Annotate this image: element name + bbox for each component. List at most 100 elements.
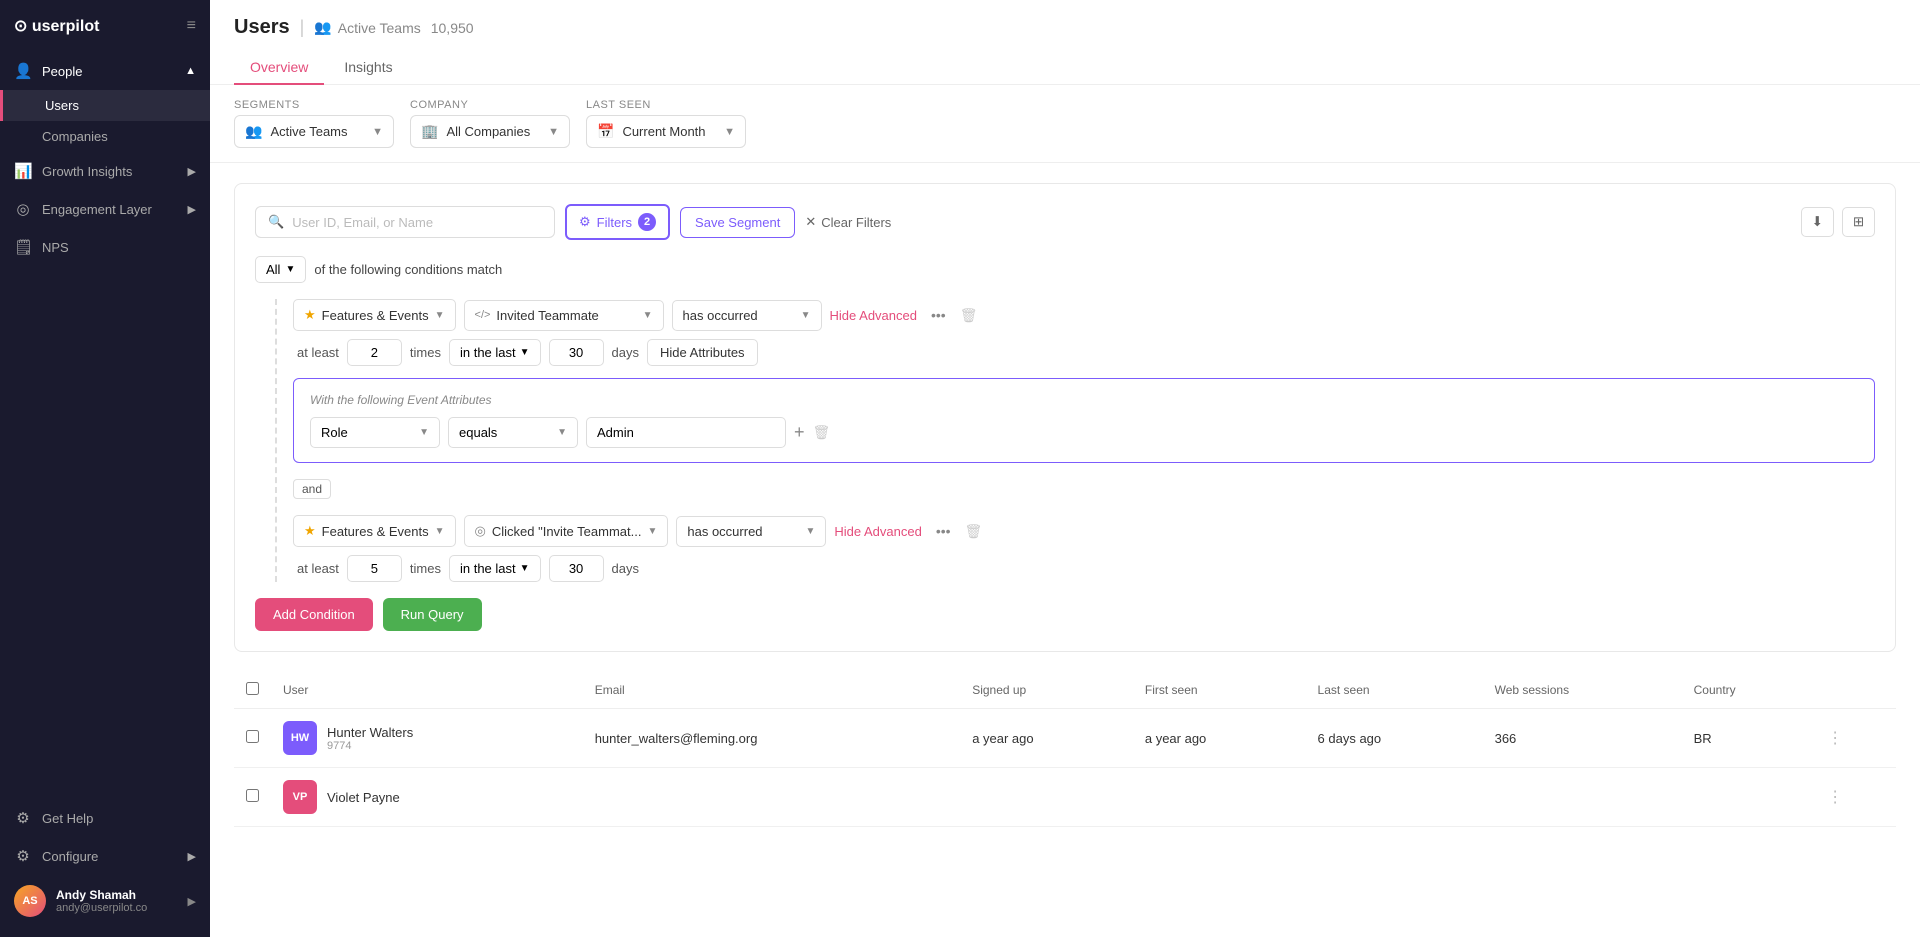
hide-attributes-button[interactable]: Hide Attributes bbox=[647, 339, 758, 366]
attr-role-select[interactable]: Role ▼ bbox=[310, 417, 440, 448]
table-header-actions bbox=[1815, 672, 1896, 709]
attr-row-1: Role ▼ equals ▼ + 🗑 bbox=[310, 417, 1858, 448]
period-chevron-1: ▼ bbox=[520, 347, 530, 358]
people-nav-arrow: ▲ bbox=[185, 65, 196, 77]
people-icon: 👤 bbox=[14, 62, 32, 80]
filters-label: Filters bbox=[597, 215, 632, 230]
row-1-avatar: HW bbox=[283, 721, 317, 755]
company-dropdown[interactable]: 🏢 All Companies ▼ bbox=[410, 115, 570, 148]
sidebar-item-configure[interactable]: ⚙ Configure ▶ bbox=[0, 837, 210, 875]
columns-button[interactable]: ⊞ bbox=[1842, 207, 1875, 237]
clear-filters-button[interactable]: ✕ Clear Filters bbox=[805, 214, 891, 230]
last-seen-value: Current Month bbox=[622, 124, 705, 139]
condition-2-event-type[interactable]: ★ Features & Events ▼ bbox=[293, 515, 456, 547]
qb-top-bar: 🔍 ⚙ Filters 2 Save Segment ✕ Clear Filte… bbox=[255, 204, 1875, 240]
row-2-menu-button[interactable]: ⋮ bbox=[1827, 787, 1843, 807]
hide-advanced-button-2[interactable]: Hide Advanced bbox=[834, 524, 921, 539]
at-least-label-1: at least bbox=[297, 345, 339, 360]
row-2-menu-cell: ⋮ bbox=[1815, 768, 1896, 827]
table-header-checkbox bbox=[234, 672, 271, 709]
sidebar-item-engagement-layer[interactable]: ◎ Engagement Layer ▶ bbox=[0, 190, 210, 228]
save-segment-button[interactable]: Save Segment bbox=[680, 207, 795, 238]
segments-dropdown[interactable]: 👥 Active Teams ▼ bbox=[234, 115, 394, 148]
condition-1-occurred[interactable]: has occurred ▼ bbox=[672, 300, 822, 331]
all-conditions-dropdown[interactable]: All ▼ bbox=[255, 256, 306, 283]
condition-2-occurred[interactable]: has occurred ▼ bbox=[676, 516, 826, 547]
growth-insights-arrow: ▶ bbox=[188, 165, 196, 178]
features-events-icon-2: ★ bbox=[304, 523, 316, 539]
condition-1-event-type[interactable]: ★ Features & Events ▼ bbox=[293, 299, 456, 331]
attr-value-input[interactable] bbox=[586, 417, 786, 448]
last-seen-filter: Last seen 📅 Current Month ▼ bbox=[586, 99, 746, 148]
configure-arrow: ▶ bbox=[188, 850, 196, 863]
last-seen-dropdown[interactable]: 📅 Current Month ▼ bbox=[586, 115, 746, 148]
event-name-icon-2: ◎ bbox=[475, 523, 486, 539]
row-2-web-sessions bbox=[1483, 768, 1682, 827]
select-all-checkbox[interactable] bbox=[246, 682, 259, 695]
sidebar-item-growth-insights[interactable]: 📊 Growth Insights ▶ bbox=[0, 152, 210, 190]
run-query-button[interactable]: Run Query bbox=[383, 598, 482, 631]
search-input[interactable] bbox=[292, 215, 542, 230]
sidebar-user[interactable]: AS Andy Shamah andy@userpilot.co ▶ bbox=[0, 875, 210, 927]
avatar: AS bbox=[14, 885, 46, 917]
row-1-name[interactable]: Hunter Walters bbox=[327, 725, 413, 740]
clear-filters-label: Clear Filters bbox=[821, 215, 891, 230]
user-name: Andy Shamah bbox=[56, 888, 178, 902]
row-2-checkbox[interactable] bbox=[246, 789, 259, 802]
at-least-label-2: at least bbox=[297, 561, 339, 576]
sidebar-item-people[interactable]: 👤 People ▲ bbox=[0, 52, 210, 90]
sidebar-item-companies[interactable]: Companies bbox=[0, 121, 210, 152]
last-seen-label: Last seen bbox=[586, 99, 746, 111]
times-label-1: times bbox=[410, 345, 441, 360]
title-separator: | bbox=[300, 17, 305, 38]
segments-label: Segments bbox=[234, 99, 394, 111]
and-badge: and bbox=[293, 479, 331, 499]
row-1-menu-button[interactable]: ⋮ bbox=[1827, 728, 1843, 748]
engagement-label: Engagement Layer bbox=[42, 202, 178, 217]
condition-2-event-name[interactable]: ◎ Clicked "Invite Teammat... ▼ bbox=[464, 515, 669, 547]
row-2-signed-up bbox=[960, 768, 1133, 827]
times-input-2[interactable] bbox=[347, 555, 402, 582]
sidebar-collapse-button[interactable]: ≡ bbox=[187, 17, 196, 35]
sidebar-item-nps[interactable]: 🗒 NPS bbox=[0, 228, 210, 266]
page-count: 10,950 bbox=[431, 20, 474, 36]
attr-delete-button[interactable]: 🗑 bbox=[813, 424, 831, 441]
company-label: Company bbox=[410, 99, 570, 111]
event-name-icon: </> bbox=[475, 309, 491, 321]
conditions-text: of the following conditions match bbox=[314, 262, 502, 277]
filters-button[interactable]: ⚙ Filters 2 bbox=[565, 204, 670, 240]
attr-add-button[interactable]: + bbox=[794, 422, 805, 443]
more-options-button-2[interactable]: ••• bbox=[930, 521, 957, 541]
row-2-avatar: VP bbox=[283, 780, 317, 814]
content-area: 🔍 ⚙ Filters 2 Save Segment ✕ Clear Filte… bbox=[210, 163, 1920, 937]
table-row: HW Hunter Walters 9774 hunter_walters@fl… bbox=[234, 709, 1896, 768]
occurred-chevron: ▼ bbox=[801, 310, 811, 321]
attr-equals-select[interactable]: equals ▼ bbox=[448, 417, 578, 448]
hide-advanced-button-1[interactable]: Hide Advanced bbox=[830, 308, 917, 323]
attr-role-chevron: ▼ bbox=[419, 427, 429, 438]
days-input-1[interactable] bbox=[549, 339, 604, 366]
row-1-email: hunter_walters@fleming.org bbox=[583, 709, 961, 768]
add-condition-button[interactable]: Add Condition bbox=[255, 598, 373, 631]
conditions-header: All ▼ of the following conditions match bbox=[255, 256, 1875, 283]
row-1-id: 9774 bbox=[327, 740, 413, 752]
main-content: Users | 👥 Active Teams 10,950 Overview I… bbox=[210, 0, 1920, 937]
row-1-checkbox[interactable] bbox=[246, 730, 259, 743]
segments-value: Active Teams bbox=[270, 124, 347, 139]
more-options-button-1[interactable]: ••• bbox=[925, 305, 952, 325]
tab-insights[interactable]: Insights bbox=[328, 51, 408, 85]
last-seen-icon: 📅 bbox=[597, 123, 614, 140]
row-2-name[interactable]: Violet Payne bbox=[327, 790, 400, 805]
condition-1-event-name[interactable]: </> Invited Teammate ▼ bbox=[464, 300, 664, 331]
delete-condition-2-button[interactable]: 🗑 bbox=[965, 523, 983, 540]
sidebar-item-get-help[interactable]: ⚙ Get Help bbox=[0, 799, 210, 837]
days-input-2[interactable] bbox=[549, 555, 604, 582]
period-dropdown-2[interactable]: in the last ▼ bbox=[449, 555, 541, 582]
download-button[interactable]: ⬇ bbox=[1801, 207, 1834, 237]
period-dropdown-1[interactable]: in the last ▼ bbox=[449, 339, 541, 366]
times-input-1[interactable] bbox=[347, 339, 402, 366]
app-logo: ⊙ userpilot bbox=[14, 16, 99, 36]
sidebar-item-users[interactable]: Users bbox=[0, 90, 210, 121]
tab-overview[interactable]: Overview bbox=[234, 51, 324, 85]
delete-condition-1-button[interactable]: 🗑 bbox=[960, 307, 978, 324]
